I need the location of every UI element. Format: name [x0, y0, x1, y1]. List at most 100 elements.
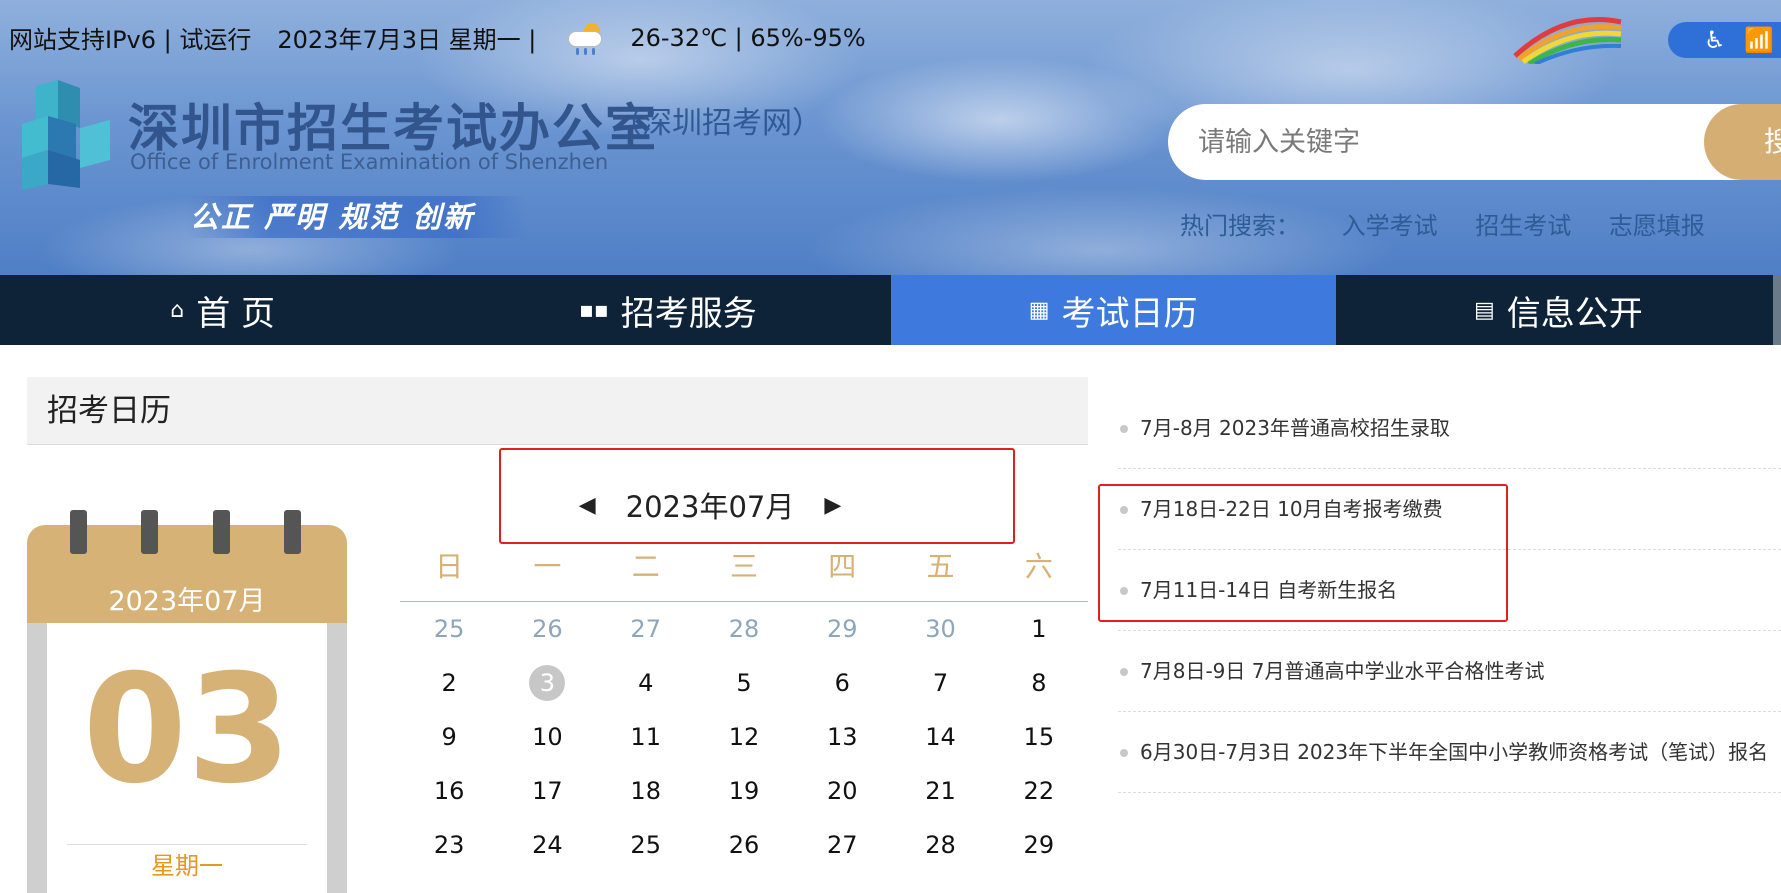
calendar-day[interactable]: 29: [793, 602, 891, 656]
panel-title: 招考日历: [27, 377, 1088, 445]
calendar-day[interactable]: 27: [597, 602, 695, 656]
home-icon: ⌂: [170, 297, 185, 323]
event-item[interactable]: 7月8日-9日 7月普通高中学业水平合格性考试: [1118, 631, 1781, 712]
calendar-day-number: 10: [532, 723, 563, 751]
calendar-day[interactable]: 6: [793, 656, 891, 710]
weekday-thu: 四: [828, 550, 857, 583]
event-item[interactable]: 6月30日-7月3日 2023年下半年全国中小学教师资格考试（笔试）报名: [1118, 712, 1781, 793]
weather-icon: [566, 21, 608, 55]
weekday-sun: 日: [435, 550, 464, 583]
top-info-bar: 网站支持IPv6 | 试运行 2023年7月3日 星期一 | 26-32℃ | …: [9, 20, 866, 55]
calendar-day[interactable]: 28: [695, 602, 793, 656]
calendar-day[interactable]: 3: [498, 656, 596, 710]
calendar-day[interactable]: 19: [695, 764, 793, 818]
calendar-day[interactable]: 26: [498, 602, 596, 656]
nav-item-exam-calendar[interactable]: ▦ 考试日历: [890, 275, 1336, 345]
calendar-day-number: 25: [433, 615, 465, 643]
calendar-day[interactable]: 4: [597, 656, 695, 710]
calendar-day[interactable]: 20: [793, 764, 891, 818]
nav-item-info-disclosure[interactable]: ▤ 信息公开: [1336, 275, 1781, 345]
hot-search-link[interactable]: 招生考试: [1475, 212, 1571, 240]
site-header: 网站支持IPv6 | 试运行 2023年7月3日 星期一 | 26-32℃ | …: [0, 0, 1781, 275]
date-card-page: 03 星期一: [47, 623, 327, 893]
calendar-day-number: 20: [826, 777, 858, 805]
calendar-day[interactable]: 8: [990, 656, 1088, 710]
calendar-day[interactable]: 12: [695, 710, 793, 764]
calendar-day-number: 27: [630, 615, 661, 643]
date-card-year-month: 2023年07月: [108, 586, 266, 617]
calendar-day[interactable]: 30: [891, 602, 989, 656]
calendar-day[interactable]: 9: [400, 710, 498, 764]
calendar-day-number: 14: [925, 723, 956, 751]
document-icon: ▤: [1473, 297, 1495, 323]
nav-item-services[interactable]: ▪▪ 招考服务: [445, 275, 890, 345]
shenzhen-city-logo-icon[interactable]: [1505, 16, 1623, 64]
calendar-day[interactable]: 1: [990, 602, 1088, 656]
binder-ring: [284, 510, 301, 554]
calendar-day-number: 23: [433, 831, 465, 859]
calendar-week-row: 25 26 27 28 29 30 1: [400, 602, 1088, 656]
calendar-day[interactable]: 22: [990, 764, 1088, 818]
hot-search-link[interactable]: 入学考试: [1342, 212, 1438, 240]
calendar-day[interactable]: 11: [597, 710, 695, 764]
weekday-wed: 三: [729, 550, 758, 583]
calendar-day[interactable]: 14: [891, 710, 989, 764]
calendar-day-number: 17: [532, 777, 563, 805]
calendar-day-number: 9: [441, 723, 457, 751]
calendar-day[interactable]: 10: [498, 710, 596, 764]
calendar-day-number: 22: [1023, 777, 1055, 805]
search-input[interactable]: [1198, 122, 1698, 162]
binder-ring: [141, 510, 158, 554]
calendar-day[interactable]: 15: [990, 710, 1088, 764]
calendar-day-number: 21: [925, 777, 956, 805]
calendar-day[interactable]: 29: [990, 818, 1088, 872]
calendar-day-number: 25: [630, 831, 661, 859]
weekday-mon: 一: [533, 550, 562, 583]
calendar-day[interactable]: 5: [695, 656, 793, 710]
nav-item-home[interactable]: ⌂ 首 页: [0, 275, 445, 345]
hot-search-link[interactable]: 志愿填报: [1609, 212, 1705, 240]
calendar-day[interactable]: 16: [400, 764, 498, 818]
event-item[interactable]: 7月-8月 2023年普通高校招生录取: [1118, 388, 1781, 469]
accessibility-toolbar: ♿ 📶: [1668, 22, 1781, 58]
calendar-day-number: 19: [728, 777, 760, 805]
calendar-day[interactable]: 26: [695, 818, 793, 872]
calendar-day-number: 29: [826, 615, 858, 643]
calendar-day-number: 26: [532, 615, 563, 643]
calendar-day[interactable]: 2: [400, 656, 498, 710]
office-logo-icon[interactable]: [18, 80, 114, 190]
calendar-week-row: 9 10 11 12 13 14 15: [400, 710, 1088, 764]
wheelchair-accessibility-icon[interactable]: ♿: [1704, 26, 1726, 54]
calendar-day[interactable]: 23: [400, 818, 498, 872]
nav-item-label: 考试日历: [1061, 293, 1198, 334]
statistics-icon[interactable]: 📶: [1744, 26, 1774, 54]
calendar-day-number: 4: [638, 669, 654, 697]
calendar-day-number: 13: [826, 723, 858, 751]
divider: [67, 844, 307, 845]
highlight-box: [1098, 484, 1508, 622]
nav-item-label: 信息公开: [1506, 293, 1643, 334]
calendar-day[interactable]: 7: [891, 656, 989, 710]
weekday-tue: 二: [631, 550, 660, 583]
highlight-box: [499, 448, 1015, 544]
search-box: [1168, 104, 1781, 180]
binder-ring: [213, 510, 230, 554]
calendar-week-row: 2 3 4 5 6 7 8: [400, 656, 1088, 710]
hot-search-label: 热门搜索：: [1180, 212, 1300, 240]
calendar-day-number: 29: [1023, 831, 1055, 859]
search-button[interactable]: 搜: [1704, 104, 1781, 180]
calendar-day[interactable]: 27: [793, 818, 891, 872]
hot-search: 热门搜索： 入学考试 招生考试 志愿填报: [1180, 206, 1735, 241]
calendar-day[interactable]: 24: [498, 818, 596, 872]
calendar-day[interactable]: 25: [597, 818, 695, 872]
calendar-day[interactable]: 13: [793, 710, 891, 764]
calendar-day[interactable]: 21: [891, 764, 989, 818]
date-card-body: 03 星期一: [27, 623, 347, 893]
calendar-weekday-header: 日 一 二 三 四 五 六: [400, 540, 1088, 602]
calendar-week-row: 16 17 18 19 20 21 22: [400, 764, 1088, 818]
calendar-day[interactable]: 28: [891, 818, 989, 872]
calendar-day[interactable]: 17: [498, 764, 596, 818]
calendar-day[interactable]: 18: [597, 764, 695, 818]
calendar-day[interactable]: 25: [400, 602, 498, 656]
nav-divider: [1773, 275, 1781, 345]
